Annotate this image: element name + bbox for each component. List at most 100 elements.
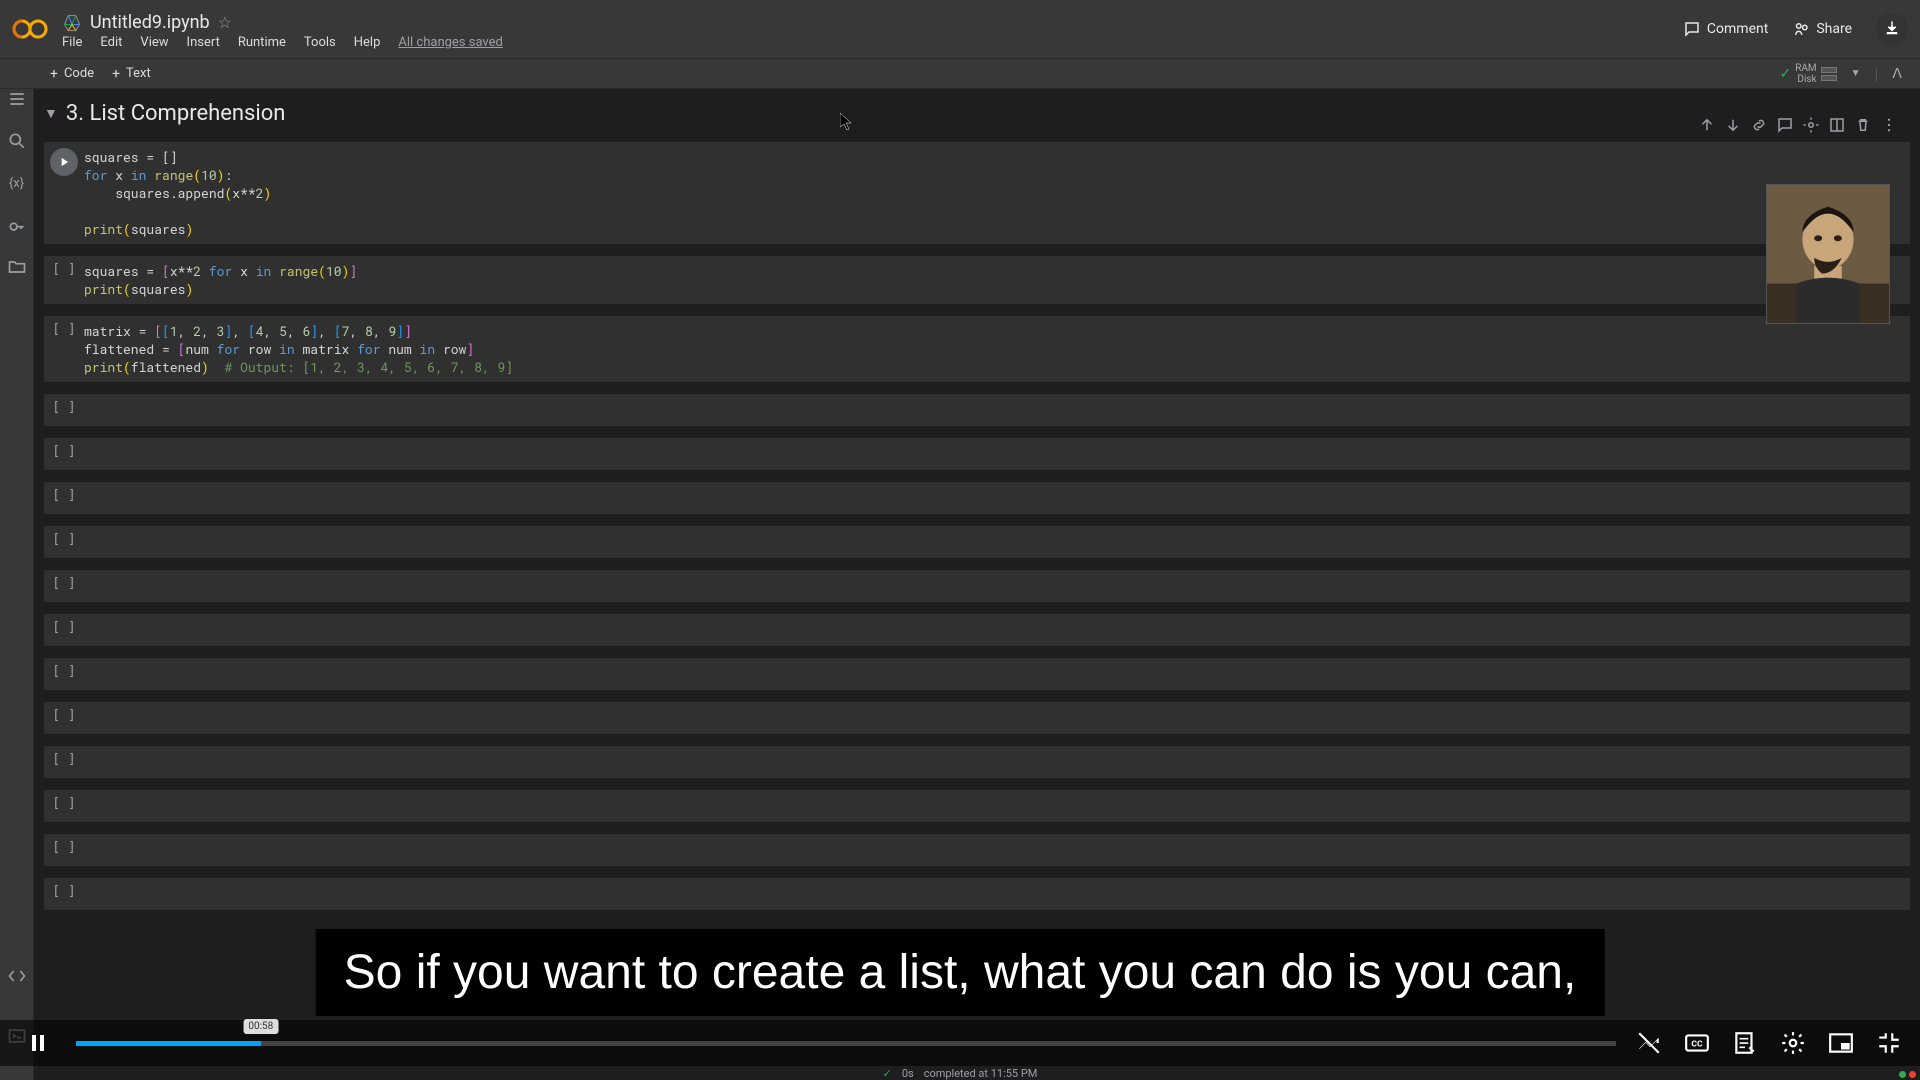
plus-icon: +	[112, 66, 120, 82]
captions-icon[interactable]: CC	[1684, 1030, 1710, 1056]
code-snippets-icon[interactable]	[7, 966, 27, 986]
resource-dropdown-icon[interactable]: ▼	[1845, 68, 1867, 79]
share-button[interactable]: Share	[1792, 20, 1852, 38]
toolbar: + Code + Text ✓ RAM Disk ▼ | ᐱ	[0, 59, 1920, 89]
move-down-icon[interactable]	[1724, 116, 1742, 134]
secrets-icon[interactable]	[7, 215, 27, 235]
code-cell[interactable]: [ ]	[44, 526, 1910, 558]
code-editor[interactable]	[84, 482, 1910, 514]
code-cell[interactable]: [ ]	[44, 790, 1910, 822]
code-cell[interactable]: [ ]	[44, 438, 1910, 470]
app-header: Untitled9.ipynb ☆ File Edit View Insert …	[0, 0, 1920, 59]
toc-icon[interactable]	[7, 89, 27, 109]
cell-toolbar	[1694, 114, 1902, 136]
pip-icon[interactable]	[1828, 1030, 1854, 1056]
menu-help[interactable]: Help	[354, 35, 381, 50]
code-editor[interactable]	[84, 438, 1910, 470]
status-time: 0s	[902, 1067, 914, 1080]
star-icon[interactable]: ☆	[218, 13, 232, 32]
code-editor[interactable]	[84, 702, 1910, 734]
annotations-icon[interactable]	[1636, 1030, 1662, 1056]
notebook-title[interactable]: Untitled9.ipynb	[90, 12, 210, 33]
section-title: 3. List Comprehension	[66, 101, 286, 126]
code-editor[interactable]	[84, 834, 1910, 866]
ram-label: RAM	[1795, 63, 1816, 74]
delete-cell-icon[interactable]	[1854, 116, 1872, 134]
cell-bracket: [ ]	[52, 532, 75, 547]
ram-bar	[1821, 67, 1837, 73]
move-up-icon[interactable]	[1698, 116, 1716, 134]
menu-tools[interactable]: Tools	[304, 35, 336, 50]
code-cell[interactable]: squares = [] for x in range(10): squares…	[44, 142, 1910, 244]
add-text-label: Text	[126, 66, 151, 81]
menu-runtime[interactable]: Runtime	[238, 35, 286, 50]
profile-badge[interactable]	[1876, 13, 1908, 45]
add-code-label: Code	[64, 66, 94, 81]
code-editor[interactable]	[84, 570, 1910, 602]
fullscreen-exit-icon[interactable]	[1876, 1030, 1902, 1056]
settings-icon[interactable]	[1780, 1030, 1806, 1056]
cell-settings-icon[interactable]	[1802, 116, 1820, 134]
svg-text:CC: CC	[1691, 1039, 1703, 1049]
search-icon[interactable]	[7, 131, 27, 151]
code-cell[interactable]: [ ]squares = [x**2 for x in range(10)] p…	[44, 256, 1910, 304]
collapse-header-icon[interactable]: ᐱ	[1886, 66, 1908, 82]
code-cell[interactable]: [ ]	[44, 482, 1910, 514]
save-status[interactable]: All changes saved	[398, 35, 503, 50]
code-editor[interactable]	[84, 526, 1910, 558]
disk-label: Disk	[1795, 74, 1816, 85]
code-cell[interactable]: [ ]	[44, 834, 1910, 866]
pause-button[interactable]	[18, 1023, 58, 1063]
progress-fill	[76, 1041, 261, 1046]
code-cell[interactable]: [ ]	[44, 614, 1910, 646]
menu-insert[interactable]: Insert	[187, 35, 220, 50]
code-editor[interactable]	[84, 394, 1910, 426]
code-editor[interactable]: squares = [] for x in range(10): squares…	[84, 142, 1910, 244]
code-editor[interactable]	[84, 790, 1910, 822]
variables-icon[interactable]: {x}	[7, 173, 27, 193]
share-label: Share	[1816, 21, 1852, 37]
code-cell[interactable]: [ ]matrix = [[1, 2, 3], [4, 5, 6], [7, 8…	[44, 316, 1910, 382]
transcript-icon[interactable]	[1732, 1030, 1758, 1056]
resource-monitor[interactable]: ✓ RAM Disk	[1779, 63, 1836, 85]
code-cell[interactable]: [ ]	[44, 658, 1910, 690]
cell-bracket: [ ]	[52, 708, 75, 723]
code-editor[interactable]	[84, 746, 1910, 778]
comment-button[interactable]: Comment	[1683, 20, 1768, 38]
menu-view[interactable]: View	[140, 35, 168, 50]
add-comment-icon[interactable]	[1776, 116, 1794, 134]
cell-bracket: [ ]	[52, 884, 75, 899]
code-editor[interactable]: squares = [x**2 for x in range(10)] prin…	[84, 256, 1910, 304]
section-collapse-icon[interactable]: ▼	[44, 105, 58, 122]
cell-bracket: [ ]	[52, 400, 75, 415]
status-text: completed at 11:55 PM	[924, 1067, 1038, 1080]
mouse-cursor	[840, 113, 854, 135]
code-cell[interactable]: [ ]	[44, 570, 1910, 602]
progress-bar[interactable]: 00:58	[76, 1041, 1616, 1046]
add-text-button[interactable]: + Text	[112, 66, 151, 82]
mirror-cell-icon[interactable]	[1828, 116, 1846, 134]
code-editor[interactable]	[84, 658, 1910, 690]
menu-file[interactable]: File	[62, 35, 82, 50]
cell-bracket: [ ]	[52, 752, 75, 767]
code-cell[interactable]: [ ]	[44, 394, 1910, 426]
code-cell[interactable]: [ ]	[44, 878, 1910, 910]
code-editor[interactable]: matrix = [[1, 2, 3], [4, 5, 6], [7, 8, 9…	[84, 316, 1910, 382]
status-dot-green	[1899, 1071, 1906, 1078]
progress-tooltip: 00:58	[243, 1019, 278, 1034]
code-cell[interactable]: [ ]	[44, 702, 1910, 734]
subtitle: So if you want to create a list, what yo…	[316, 929, 1605, 1016]
run-cell-button[interactable]	[50, 148, 78, 176]
cell-bracket: [ ]	[52, 488, 75, 503]
code-editor[interactable]	[84, 878, 1910, 910]
menu-edit[interactable]: Edit	[100, 35, 122, 50]
code-cell[interactable]: [ ]	[44, 746, 1910, 778]
more-icon[interactable]	[1880, 116, 1898, 134]
link-icon[interactable]	[1750, 116, 1768, 134]
code-editor[interactable]	[84, 614, 1910, 646]
cell-bracket: [ ]	[52, 840, 75, 855]
comment-label: Comment	[1707, 21, 1768, 37]
files-icon[interactable]	[7, 257, 27, 277]
speaker-thumbnail	[1766, 184, 1890, 324]
add-code-button[interactable]: + Code	[50, 66, 94, 82]
